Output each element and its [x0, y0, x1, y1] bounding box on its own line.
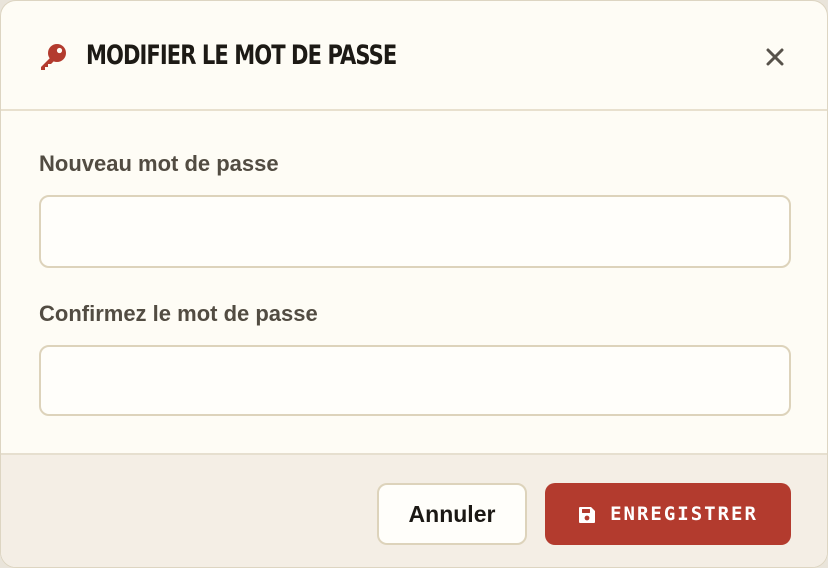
confirm-password-label: Confirmez le mot de passe	[39, 301, 318, 326]
new-password-label: Nouveau mot de passe	[39, 151, 279, 176]
new-password-input[interactable]	[39, 195, 791, 268]
save-button-label: ENREGISTRER	[610, 503, 758, 525]
close-icon	[766, 48, 784, 66]
dialog-title: MODIFIER LE MOT DE PASSE	[86, 40, 397, 71]
floppy-disk-icon	[579, 507, 596, 523]
change-password-dialog: MODIFIER LE MOT DE PASSE Nouveau mot de …	[0, 0, 828, 568]
cancel-button[interactable]: Annuler	[377, 483, 527, 545]
save-button[interactable]: ENREGISTRER	[545, 483, 791, 545]
key-icon	[41, 44, 66, 70]
confirm-password-input[interactable]	[39, 345, 791, 416]
dialog-header: MODIFIER LE MOT DE PASSE	[1, 1, 827, 111]
dialog-footer: Annuler ENREGISTRER	[1, 453, 827, 567]
close-button[interactable]	[757, 39, 793, 75]
dialog-body: Nouveau mot de passe Confirmez le mot de…	[1, 113, 827, 453]
